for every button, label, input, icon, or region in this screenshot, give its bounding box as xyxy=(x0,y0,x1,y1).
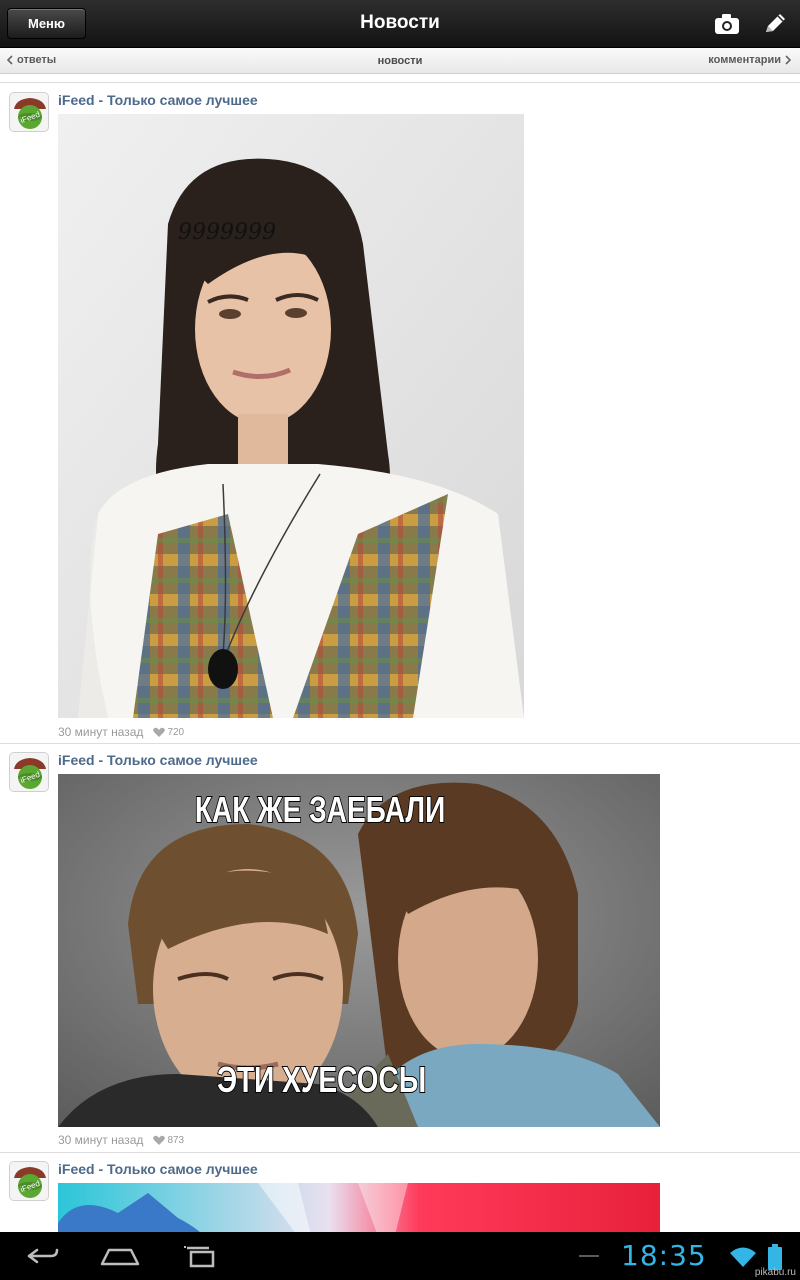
back-icon[interactable] xyxy=(15,1240,65,1272)
meme-bottom-text: ЭТИ ХУЕСОСЫ xyxy=(217,1060,426,1100)
meme-photo: КАК ЖЕ ЗАЕБАЛИ ЭТИ ХУЕСОСЫ xyxy=(58,774,660,1127)
post-author[interactable]: iFeed - Только самое лучшее xyxy=(58,92,258,108)
post-image[interactable]: 9999999 xyxy=(58,114,524,718)
portrait-photo: 9999999 xyxy=(58,114,524,718)
tab-comments[interactable]: комментарии xyxy=(708,54,792,66)
post-meta: 30 минут назад 873 xyxy=(58,1133,184,1147)
heart-icon xyxy=(153,727,166,737)
home-icon[interactable] xyxy=(95,1240,145,1272)
post-image[interactable]: КАК ЖЕ ЗАЕБАЛИ ЭТИ ХУЕСОСЫ xyxy=(58,774,660,1127)
post-author[interactable]: iFeed - Только самое лучшее xyxy=(58,752,258,768)
notification-indicator[interactable] xyxy=(579,1255,599,1257)
chevron-left-icon xyxy=(6,55,13,65)
like-button[interactable]: 873 xyxy=(153,1135,184,1146)
page-title: Новости xyxy=(360,12,440,33)
watermark: pikabu.ru xyxy=(754,1267,796,1278)
status-clock: 18:35 xyxy=(621,1239,707,1272)
feed-post: iFeed iFeed - Только самое лучшее xyxy=(0,84,800,744)
tab-answers[interactable]: ответы xyxy=(6,54,56,66)
post-image[interactable] xyxy=(58,1183,660,1232)
feed-post: iFeed iFeed - Только самое лучшее xyxy=(0,1153,800,1232)
post-author[interactable]: iFeed - Только самое лучшее xyxy=(58,1161,258,1177)
ifeed-logo: iFeed xyxy=(10,1162,48,1200)
chevron-right-icon xyxy=(785,55,792,65)
ifeed-logo: iFeed xyxy=(10,93,48,131)
post-time: 30 минут назад xyxy=(58,1133,144,1147)
avatar[interactable]: iFeed xyxy=(9,752,49,792)
heart-icon xyxy=(153,1135,166,1145)
tab-news-label: новости xyxy=(377,55,423,67)
news-feed[interactable]: iFeed iFeed - Только самое лучшее 999999… xyxy=(0,75,800,1232)
avatar[interactable]: iFeed xyxy=(9,1161,49,1201)
menu-button[interactable]: Меню xyxy=(7,8,86,39)
like-count: 720 xyxy=(167,726,185,738)
tab-answers-label: ответы xyxy=(17,54,57,66)
wifi-icon xyxy=(729,1246,757,1268)
feed-tabs: ответы новости комментарии xyxy=(0,48,800,74)
action-bar: Меню Новости xyxy=(0,0,800,48)
like-button[interactable]: 720 xyxy=(153,727,184,738)
post-image-preview xyxy=(58,1183,660,1232)
meme-top-text: КАК ЖЕ ЗАЕБАЛИ xyxy=(195,790,445,830)
like-count: 873 xyxy=(167,1134,185,1146)
camera-icon[interactable] xyxy=(712,10,742,38)
avatar[interactable]: iFeed xyxy=(9,92,49,132)
recent-apps-icon[interactable] xyxy=(176,1240,226,1272)
screen: Меню Новости ответы новости комментарии … xyxy=(0,0,800,1280)
tab-news[interactable]: новости xyxy=(0,55,800,67)
post-meta: 30 минут назад 720 xyxy=(58,725,184,739)
post-time: 30 минут назад xyxy=(58,725,144,739)
system-navigation-bar: 18:35 pikabu.ru xyxy=(0,1232,800,1280)
feed-post: iFeed iFeed - Только самое лучшее xyxy=(0,744,800,1153)
tab-comments-label: комментарии xyxy=(708,54,781,66)
ifeed-logo: iFeed xyxy=(10,753,48,791)
previous-post-remnant xyxy=(0,75,800,83)
pencil-icon[interactable] xyxy=(760,10,790,38)
forehead-caption: 9999999 xyxy=(178,220,276,245)
